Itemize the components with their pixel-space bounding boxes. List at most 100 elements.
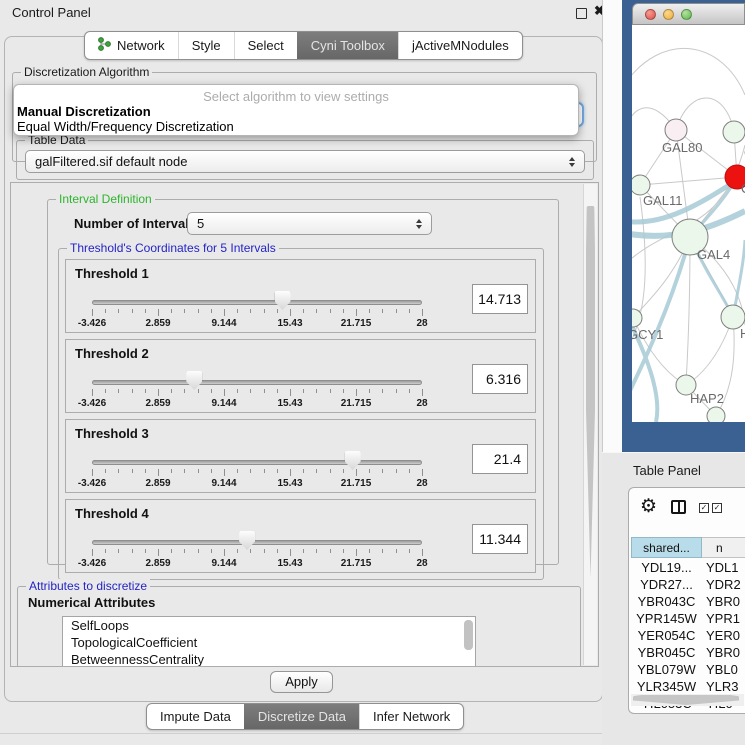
tab-label: Select — [248, 38, 284, 53]
slider-track[interactable] — [92, 380, 422, 385]
network-node[interactable] — [665, 119, 687, 141]
table-row[interactable]: YBL079W YBL0 — [631, 661, 745, 678]
table-cell[interactable]: YDR2 — [706, 576, 745, 593]
table-cell[interactable]: YBR045C — [633, 644, 700, 661]
table-cell[interactable]: YBR0 — [706, 593, 745, 610]
tab-infer-network[interactable]: Infer Network — [359, 704, 463, 729]
network-window-titlebar[interactable] — [632, 3, 745, 25]
table-cell[interactable]: YER054C — [633, 627, 700, 644]
slider-tick — [330, 389, 331, 393]
network-node-label: HAP2 — [690, 391, 724, 406]
numerical-attribute-item[interactable]: TopologicalCoefficient — [63, 634, 475, 651]
threshold-label: Threshold 1 — [75, 266, 149, 281]
numerical-attribute-item[interactable]: SelfLoops — [63, 617, 475, 634]
table-cell[interactable]: YBL0 — [706, 661, 745, 678]
close-traffic-light[interactable] — [645, 9, 656, 20]
table-data-combobox[interactable]: galFiltered.sif default node — [25, 150, 585, 173]
table-cell[interactable]: YLR3 — [706, 678, 745, 695]
table-cell[interactable]: YPR145W — [633, 610, 700, 627]
threshold-value-field[interactable]: 14.713 — [472, 284, 528, 314]
slider-track[interactable] — [92, 540, 422, 545]
numerical-attributes-list: SelfLoopsTopologicalCoefficientBetweenne… — [62, 616, 476, 667]
app-root: Control Panel ✖ Network Style Select Cyn… — [0, 0, 745, 745]
float-window-icon[interactable] — [576, 8, 587, 19]
slider-tick-label: 2.859 — [145, 398, 170, 409]
table-cell[interactable]: YER0 — [706, 627, 745, 644]
zoom-traffic-light[interactable] — [681, 9, 692, 20]
tab-select[interactable]: Select — [234, 32, 297, 59]
apply-button[interactable]: Apply — [270, 671, 333, 693]
gear-icon[interactable]: ⚙ — [640, 495, 657, 518]
table-row[interactable]: YDL19... YDL1 — [631, 559, 745, 576]
columns-icon[interactable] — [671, 500, 686, 514]
threshold-label: Threshold 3 — [75, 426, 149, 441]
threshold-value-field[interactable]: 11.344 — [472, 524, 528, 554]
table-cell[interactable]: YDL19... — [633, 559, 700, 576]
slider-tick — [118, 469, 119, 473]
threshold-value-field[interactable]: 6.316 — [472, 364, 528, 394]
tab-discretize-data[interactable]: Discretize Data — [244, 704, 359, 729]
table-cell[interactable]: YLR345W — [633, 678, 700, 695]
dropdown-option-manual-discretization[interactable]: Manual Discretization — [17, 104, 151, 119]
slider-thumb[interactable] — [186, 371, 202, 390]
slider-tick — [303, 549, 304, 553]
table-row[interactable]: YBR045C YBR0 — [631, 644, 745, 661]
slider-tick — [303, 309, 304, 313]
group-title: Discretization Algorithm — [21, 65, 152, 79]
checkbox-icon[interactable]: ✓ — [712, 503, 722, 513]
table-cell[interactable]: YBR0 — [706, 644, 745, 661]
slider-tick-label: 9.144 — [211, 398, 236, 409]
tab-jactivemnodules[interactable]: jActiveMNodules — [398, 32, 522, 59]
table-row[interactable]: YER054C YER0 — [631, 627, 745, 644]
table-row[interactable]: YDR27... YDR2 — [631, 576, 745, 593]
tab-impute-data[interactable]: Impute Data — [147, 704, 244, 729]
slider-thumb[interactable] — [239, 531, 255, 550]
slider-tick-label: 21.715 — [341, 398, 372, 409]
threshold-value-field[interactable]: 21.4 — [472, 444, 528, 474]
number-of-intervals-combobox[interactable]: 5 — [187, 212, 432, 235]
minimize-traffic-light[interactable] — [663, 9, 674, 20]
network-node-label: GAL11 — [643, 193, 683, 208]
dropdown-option-equal-width-frequency[interactable]: Equal Width/Frequency Discretization — [17, 119, 234, 134]
network-node[interactable] — [723, 121, 745, 143]
slider-tick — [92, 469, 93, 476]
scrollbar-thumb[interactable] — [633, 695, 739, 705]
network-node[interactable] — [707, 407, 725, 422]
tab-network[interactable]: Network — [85, 32, 178, 59]
list-scrollbar[interactable] — [464, 620, 473, 650]
table-cell[interactable]: YDL1 — [706, 559, 745, 576]
table-cell[interactable]: YBL079W — [633, 661, 700, 678]
table-row[interactable]: YBR043C YBR0 — [631, 593, 745, 610]
slider-tick — [224, 549, 225, 556]
table-horizontal-scrollbar[interactable] — [631, 694, 744, 706]
network-node[interactable] — [632, 175, 650, 195]
slider-tick — [422, 549, 423, 556]
table-cell[interactable]: YBR043C — [633, 593, 700, 610]
slider-tick — [356, 389, 357, 396]
tab-cyni-toolbox[interactable]: Cyni Toolbox — [297, 32, 398, 59]
column-header-shared-name[interactable]: shared... — [631, 537, 702, 558]
network-view-canvas[interactable]: GAL80GACGAL11GAL4GCY1HHAP2 — [632, 25, 745, 422]
table-row[interactable]: YPR145W YPR1 — [631, 610, 745, 627]
slider-tick — [171, 389, 172, 393]
slider-track[interactable] — [92, 460, 422, 465]
tab-style[interactable]: Style — [178, 32, 234, 59]
table-row[interactable]: YLR345W YLR3 — [631, 678, 745, 695]
settings-vertical-scrollbar[interactable] — [583, 184, 597, 665]
table-panel-title: Table Panel — [633, 463, 701, 478]
column-header-name[interactable]: n — [702, 537, 745, 558]
slider-thumb[interactable] — [275, 291, 291, 310]
numerical-attribute-item[interactable]: BetweennessCentrality — [63, 651, 475, 667]
slider-tick-label: 21.715 — [341, 478, 372, 489]
slider-tick — [92, 549, 93, 556]
table-cell[interactable]: YPR1 — [706, 610, 745, 627]
slider-thumb[interactable] — [345, 451, 361, 470]
slider-tick — [290, 469, 291, 476]
slider-track[interactable] — [92, 300, 422, 305]
scrollbar-thumb[interactable] — [586, 206, 595, 578]
slider-tick-label: 15.43 — [277, 398, 302, 409]
dropdown-placeholder-option[interactable]: Select algorithm to view settings — [14, 89, 578, 104]
table-cell[interactable]: YDR27... — [633, 576, 700, 593]
checkbox-icon[interactable]: ✓ — [699, 503, 709, 513]
splitpane-gutter[interactable] — [602, 0, 623, 452]
